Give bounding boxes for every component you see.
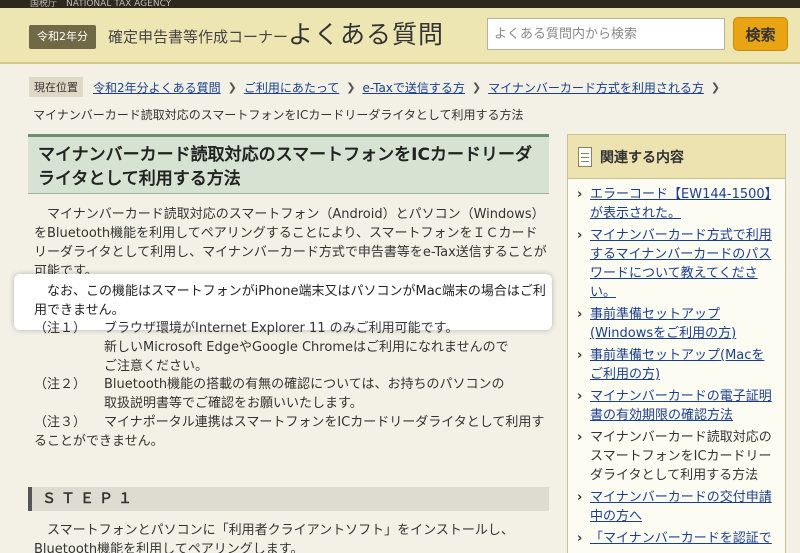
related-link[interactable]: 事前準備セットアップ(Windowsをご利用の方) [590, 307, 736, 341]
step-paragraph: スマートフォンとパソコンに「利用者クライアントソフト」をインストールし、Blue… [34, 523, 514, 553]
chevron-right-icon: ❯ [710, 80, 721, 94]
faq-title: よくある質問 [288, 20, 445, 49]
breadcrumb-link-mynumber[interactable]: マイナンバーカード方式を利用される方 [488, 79, 704, 96]
era-badge: 令和2年分 [29, 25, 96, 49]
related-list: エラーコード【EW144-1500】が表示された。 マイナンバーカード方式で利用… [568, 179, 785, 548]
note-2: （注２） Bluetooth機能の搭載の有無の確認については、お持ちのパソコンの … [34, 375, 554, 413]
related-item[interactable]: 事前準備セットアップ(Macをご利用の方) [576, 346, 777, 384]
related-item[interactable]: マイナンバーカード方式で利用するマイナンバーカードのパスワードについて教えてくだ… [576, 226, 777, 302]
corner-title: 確定申告書等作成コーナー [108, 28, 289, 46]
breadcrumb-label: 現在位置 [29, 77, 83, 97]
related-current: マイナンバーカード読取対応のスマートフォンをICカードリーダライタとして利用する… [590, 430, 772, 483]
notice-paragraph: なお、この機能はスマートフォンがiPhone端末又はパソコンがMac端末の場合は… [34, 284, 546, 318]
site-header: 令和2年分 確定申告書等作成コーナー よくある質問 検索 [0, 8, 800, 64]
related-item[interactable]: マイナンバーカードの電子証明書の有効期限の確認方法 [576, 387, 777, 425]
related-link[interactable]: マイナンバーカードの交付申請中の方へ [590, 490, 772, 524]
sidebar-title: 関連する内容 [600, 149, 684, 166]
breadcrumb-link-etax[interactable]: e-Taxで送信する方 [362, 79, 464, 96]
breadcrumb: 現在位置 令和2年分よくある質問 ❯ ご利用にあたって ❯ e-Taxで送信する… [29, 77, 727, 97]
note-text: ご注意ください。 [104, 359, 209, 374]
related-item[interactable]: マイナンバーカードの交付申請中の方へ [576, 488, 777, 526]
sidebar-header: 関連する内容 [568, 135, 785, 179]
note-label: （注１） [34, 321, 87, 336]
main-content: マイナンバーカード読取対応のスマートフォンをICカードリーダライタとして利用する… [14, 132, 552, 553]
intro-paragraph: マイナンバーカード読取対応のスマートフォン（Android）とパソコン（Wind… [34, 207, 547, 279]
step-heading: ＳＴＥＰ１ [28, 487, 549, 511]
related-item[interactable]: エラーコード【EW144-1500】が表示された。 [576, 185, 777, 223]
chevron-right-icon: ❯ [227, 80, 237, 94]
related-link[interactable]: 事前準備セットアップ(Macをご利用の方) [590, 348, 764, 382]
page-title: マイナンバーカード読取対応のスマートフォンをICカードリーダライタとして利用する… [28, 134, 549, 194]
note-text: 取扱説明書等でご確認をお願いいたします。 [104, 396, 363, 411]
related-link[interactable]: エラーコード【EW144-1500】が表示された。 [590, 187, 771, 221]
related-link[interactable]: マイナンバーカード方式で利用するマイナンバーカードのパスワードについて教えてくだ… [590, 228, 772, 300]
search-input[interactable] [487, 18, 725, 50]
note-icon [578, 146, 592, 167]
related-item-current: マイナンバーカード読取対応のスマートフォンをICカードリーダライタとして利用する… [576, 428, 777, 485]
note-1: （注１） ブラウザ環境がInternet Explorer 11 のみご利用可能で… [34, 319, 554, 376]
related-link[interactable]: 「マイナンバーカードを認証で [590, 531, 772, 546]
search-button[interactable]: 検索 [733, 17, 788, 51]
note-label: （注３） [34, 415, 87, 430]
breadcrumb-current-page: マイナンバーカード読取対応のスマートフォンをICカードリーダライタとして利用する… [33, 108, 524, 122]
note-label: （注２） [34, 377, 87, 392]
chevron-right-icon: ❯ [346, 80, 356, 94]
related-sidebar: 関連する内容 エラーコード【EW144-1500】が表示された。 マイナンバーカ… [567, 134, 786, 553]
related-item[interactable]: 事前準備セットアップ(Windowsをご利用の方) [576, 305, 777, 343]
breadcrumb-link-faq[interactable]: 令和2年分よくある質問 [93, 79, 221, 96]
related-item[interactable]: 「マイナンバーカードを認証で [576, 529, 777, 548]
chevron-right-icon: ❯ [471, 80, 482, 94]
note-text: ブラウザ環境がInternet Explorer 11 のみご利用可能です。 [104, 321, 459, 336]
note-3: （注３） マイナポータル連携はスマートフォンをICカードリーダライタとして利用する… [34, 413, 554, 451]
note-text: マイナポータル連携はスマートフォンをICカードリーダライタとして利用することがで… [34, 415, 545, 449]
related-link[interactable]: マイナンバーカードの電子証明書の有効期限の確認方法 [590, 389, 772, 423]
note-text: 新しいMicrosoft EdgeやGoogle Chromeはご利用になれませ… [104, 340, 509, 355]
note-text: Bluetooth機能の搭載の有無の確認については、お持ちのパソコンの [104, 377, 505, 392]
top-strip: 国税庁 NATIONAL TAX AGENCY [0, 0, 800, 8]
breadcrumb-link-usage[interactable]: ご利用にあたって [244, 79, 339, 96]
